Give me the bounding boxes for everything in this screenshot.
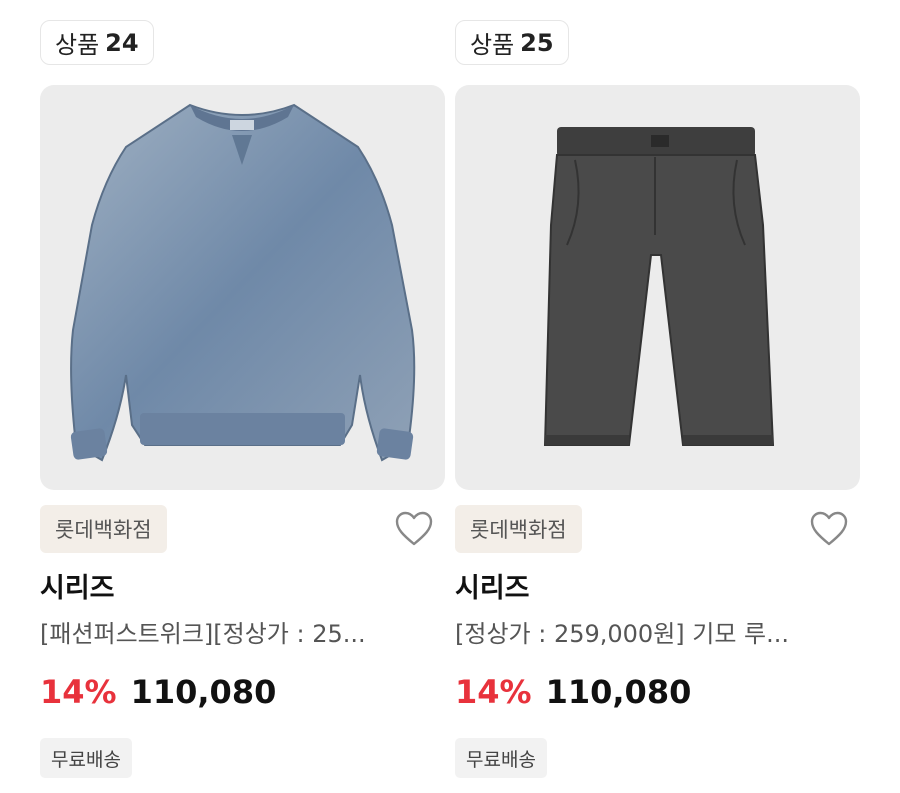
product-card[interactable]: 상품 25 롯데백화점 시리즈 [정상가 : 259,000원] 기모 루...… (455, 0, 860, 793)
product-image[interactable] (455, 85, 860, 490)
product-image[interactable] (40, 85, 445, 490)
price-row: 14% 110,080 (40, 673, 276, 711)
product-description[interactable]: [정상가 : 259,000원] 기모 루... (455, 614, 850, 649)
heart-icon[interactable] (393, 508, 435, 550)
sweatshirt-image (70, 103, 416, 462)
pants-image (543, 127, 775, 446)
heart-icon[interactable] (808, 508, 850, 550)
product-card[interactable]: 상품 24 롯데백화점 시리즈 [패션퍼스트위크][정상가: 25... 14… (40, 0, 445, 793)
discount-rate: 14% (40, 673, 117, 711)
product-label-prefix: 상품 (55, 31, 100, 59)
product-label-number: 25 (520, 28, 554, 57)
brand-name[interactable]: 시리즈 (455, 566, 530, 605)
product-label: 상품 25 (455, 20, 569, 65)
product-description[interactable]: [패션퍼스트위크][정상가 : 25... (40, 614, 435, 649)
shipping-badge: 무료배송 (455, 738, 547, 778)
discount-rate: 14% (455, 673, 532, 711)
sale-price: 110,080 (545, 673, 692, 711)
shipping-badge: 무료배송 (40, 738, 132, 778)
store-badge: 롯데백화점 (455, 505, 582, 553)
product-label-prefix: 상품 (470, 31, 515, 59)
price-row: 14% 110,080 (455, 673, 691, 711)
store-badge: 롯데백화점 (40, 505, 167, 553)
brand-name[interactable]: 시리즈 (40, 566, 115, 605)
product-label: 상품 24 (40, 20, 154, 65)
sale-price: 110,080 (130, 673, 277, 711)
product-label-number: 24 (105, 28, 139, 57)
